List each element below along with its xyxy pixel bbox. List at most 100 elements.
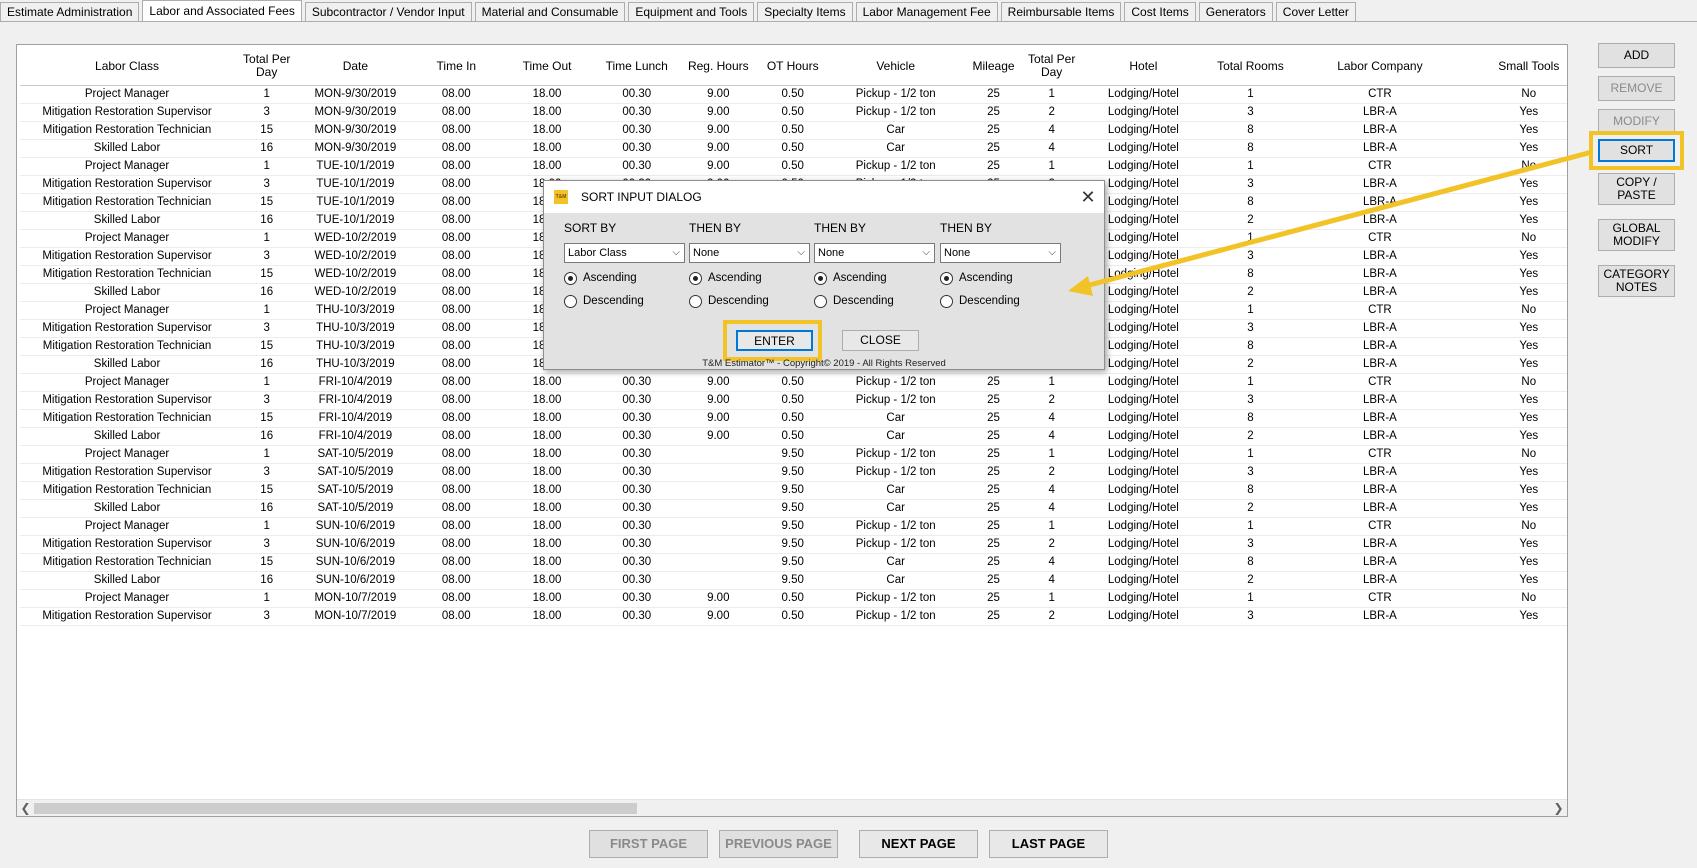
tab-labor-and-associated-fees[interactable]: Labor and Associated Fees [142,0,302,22]
next-page-button[interactable]: NEXT PAGE [859,830,978,858]
table-row[interactable]: Mitigation Restoration Supervisor 3 SUN-10… [20,535,1567,554]
table-row[interactable]: Mitigation Restoration Technician 15 MON-9… [20,121,1567,140]
ascending-radio[interactable] [689,271,702,285]
column-header[interactable]: Time In [411,48,502,86]
sort-field-select[interactable]: None ⌵ [814,243,935,263]
table-cell: 9.50 [756,463,830,482]
ascending-option[interactable]: Ascending [689,270,810,286]
tab-subcontractor-vendor-input[interactable]: Subcontractor / Vendor Input [304,2,472,22]
descending-option[interactable]: Descending [689,293,810,309]
table-row[interactable]: Mitigation Restoration Technician 15 SAT-1… [20,481,1567,500]
copy-paste-button[interactable]: COPY / PASTE [1598,173,1675,205]
table-row[interactable]: Project Manager 1 MON-10/7/2019 08.00 18.00 0… [20,589,1567,608]
tab-labor-management-fee[interactable]: Labor Management Fee [855,2,998,22]
table-cell: 08.00 [411,247,502,266]
tab-cover-letter[interactable]: Cover Letter [1275,2,1356,22]
table-row[interactable]: Mitigation Restoration Supervisor 3 MON-10… [20,607,1567,626]
tab-material-and-consumable[interactable]: Material and Consumable [474,2,626,22]
descending-radio[interactable] [814,294,827,308]
column-header[interactable]: Date [299,48,412,86]
tab-specialty-items[interactable]: Specialty Items [757,2,853,22]
first-page-button[interactable]: FIRST PAGE [589,830,708,858]
table-cell: 4 [1025,427,1079,446]
table-row[interactable]: Project Manager 1 SAT-10/5/2019 08.00 18.00 0… [20,445,1567,464]
ascending-option[interactable]: Ascending [940,270,1061,286]
scroll-right-icon[interactable]: ❯ [1550,800,1567,817]
global-modify-button[interactable]: GLOBAL MODIFY [1598,219,1675,251]
table-cell: Yes [1467,553,1567,572]
table-row[interactable]: Mitigation Restoration Supervisor 3 SAT-10… [20,463,1567,482]
table-cell: 08.00 [411,427,502,446]
sort-field-select[interactable]: None ⌵ [689,243,810,263]
scrollbar-thumb[interactable] [34,803,637,814]
horizontal-scrollbar[interactable]: ❮ ❯ [17,799,1567,816]
column-header[interactable]: Small Tools [1467,48,1567,86]
remove-button[interactable]: REMOVE [1598,76,1675,101]
sort-field-select[interactable]: Labor Class ⌵ [564,243,685,263]
descending-radio[interactable] [564,294,577,308]
table-row[interactable]: Mitigation Restoration Technician 15 SUN-1… [20,553,1567,572]
category-notes-button[interactable]: CATEGORY NOTES [1598,265,1675,297]
tab-cost-items[interactable]: Cost Items [1124,2,1196,22]
ascending-radio[interactable] [564,271,577,285]
table-cell: 9.00 [680,607,757,626]
table-row[interactable]: Mitigation Restoration Technician 15 FRI-1… [20,409,1567,428]
column-header[interactable]: Labor Class [20,48,235,86]
column-header[interactable]: Mileage [961,48,1026,86]
table-cell: 25 [961,85,1026,104]
table-cell: Lodging/Hotel [1078,139,1209,158]
table-row[interactable]: Skilled Labor 16 MON-9/30/2019 08.00 18.00 00… [20,139,1567,158]
table-row[interactable]: Project Manager 1 MON-9/30/2019 08.00 18.00 0… [20,85,1567,104]
column-header[interactable]: Total Per Day [1025,48,1079,86]
ascending-radio[interactable] [940,271,953,285]
add-button[interactable]: ADD [1598,43,1675,68]
column-header[interactable]: OT Hours [756,48,830,86]
table-cell: 3 [1208,391,1293,410]
tab-estimate-administration[interactable]: Estimate Administration [0,2,140,22]
table-row[interactable]: Mitigation Restoration Supervisor 3 MON-9/… [20,103,1567,122]
ascending-radio[interactable] [814,271,827,285]
enter-button[interactable]: ENTER [736,330,813,351]
previous-page-button[interactable]: PREVIOUS PAGE [719,830,838,858]
table-cell: Yes [1467,499,1567,518]
tab-reimbursable-items[interactable]: Reimbursable Items [1000,2,1122,22]
scroll-left-icon[interactable]: ❮ [17,800,34,817]
table-row[interactable]: Project Manager 1 SUN-10/6/2019 08.00 18.00 0… [20,517,1567,536]
tab-generators[interactable]: Generators [1198,2,1273,22]
close-button[interactable]: CLOSE [842,330,919,351]
sort-field-value: None [818,247,845,259]
table-cell: CTR [1292,517,1468,536]
table-cell [680,445,757,464]
table-cell: 16 [234,211,300,230]
table-cell: 9.50 [756,535,830,554]
column-header[interactable]: Time Out [501,48,593,86]
column-header[interactable]: Vehicle [829,48,962,86]
descending-option[interactable]: Descending [940,293,1061,309]
column-header[interactable]: Total Rooms [1208,48,1293,86]
column-header[interactable]: Hotel [1078,48,1209,86]
table-cell: Project Manager [20,301,235,320]
table-row[interactable]: Skilled Labor 16 FRI-10/4/2019 08.00 18.00 00… [20,427,1567,446]
sort-field-select[interactable]: None ⌵ [940,243,1061,263]
descending-option[interactable]: Descending [564,293,685,309]
descending-radio[interactable] [689,294,702,308]
tab-equipment-and-tools[interactable]: Equipment and Tools [628,2,755,22]
column-header[interactable]: Labor Company [1292,48,1468,86]
column-header[interactable]: Reg. Hours [680,48,757,86]
last-page-button[interactable]: LAST PAGE [989,830,1108,858]
descending-option[interactable]: Descending [814,293,935,309]
table-cell: 00.30 [592,589,681,608]
sort-button[interactable]: SORT [1598,139,1675,162]
table-row[interactable]: Mitigation Restoration Supervisor 3 FRI-10… [20,391,1567,410]
column-header[interactable]: Total Per Day [234,48,300,86]
close-icon[interactable]: ✕ [1080,181,1096,213]
table-row[interactable]: Project Manager 1 TUE-10/1/2019 08.00 18.00 0… [20,157,1567,176]
table-row[interactable]: Skilled Labor 16 SUN-10/6/2019 08.00 18.00 00… [20,571,1567,590]
descending-radio[interactable] [940,294,953,308]
column-header[interactable]: Time Lunch [592,48,681,86]
table-row[interactable]: Project Manager 1 FRI-10/4/2019 08.00 18.00 0… [20,373,1567,392]
table-row[interactable]: Skilled Labor 16 SAT-10/5/2019 08.00 18.00 00… [20,499,1567,518]
ascending-option[interactable]: Ascending [564,270,685,286]
ascending-option[interactable]: Ascending [814,270,935,286]
table-cell: 00.30 [592,535,681,554]
